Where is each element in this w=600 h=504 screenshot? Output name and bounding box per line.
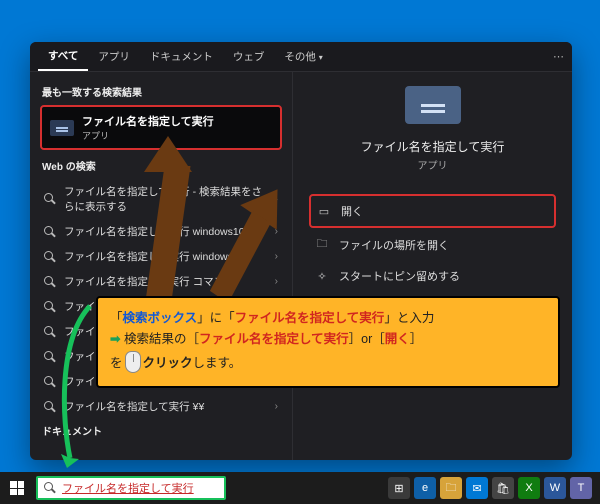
tab-apps[interactable]: アプリ — [88, 43, 140, 70]
search-icon — [44, 251, 56, 263]
tab-all[interactable]: すべて — [38, 42, 88, 71]
search-icon — [44, 276, 56, 288]
search-icon — [44, 482, 56, 494]
best-match-label: 最も一致する検索結果 — [42, 84, 282, 99]
tab-documents[interactable]: ドキュメント — [140, 43, 223, 70]
teams-icon[interactable]: T — [570, 477, 592, 499]
action-pin-start[interactable]: ✧スタートにピン留めする — [309, 261, 556, 291]
best-match-title: ファイル名を指定して実行 — [82, 113, 214, 129]
explorer-icon[interactable]: 🗀 — [440, 477, 462, 499]
search-icon — [44, 226, 56, 238]
search-icon — [44, 193, 56, 205]
start-button[interactable] — [0, 472, 34, 504]
more-options-icon[interactable]: ⋯ — [553, 50, 564, 63]
detail-subtitle: アプリ — [418, 157, 448, 172]
search-tabs: すべて アプリ ドキュメント ウェブ その他 ▾ ⋯ — [30, 42, 572, 72]
mouse-icon — [125, 351, 141, 373]
mail-icon[interactable]: ✉ — [466, 477, 488, 499]
result-detail-pane: ファイル名を指定して実行 アプリ ▭開く 🗀ファイルの場所を開く ✧スタートにピ… — [292, 72, 572, 460]
run-dialog-icon — [405, 86, 461, 124]
taskbar-search-text: ファイル名を指定して実行 — [62, 480, 194, 496]
open-icon: ▭ — [317, 205, 331, 218]
tab-more[interactable]: その他 ▾ — [274, 43, 332, 70]
windows-logo-icon — [10, 481, 24, 495]
excel-icon[interactable]: X — [518, 477, 540, 499]
detail-title: ファイル名を指定して実行 — [361, 138, 505, 155]
instruction-callout: 「検索ボックス」に「ファイル名を指定して実行」と入力 ➡ 検索結果の［ファイル名… — [96, 296, 560, 388]
taskbar-tray: ⊞ e 🗀 ✉ 🛍 X W T — [388, 477, 600, 499]
run-dialog-icon — [50, 120, 74, 136]
annotation-arrow — [150, 138, 190, 303]
task-view-icon[interactable]: ⊞ — [388, 477, 410, 499]
action-open[interactable]: ▭開く — [309, 194, 556, 228]
word-icon[interactable]: W — [544, 477, 566, 499]
store-icon[interactable]: 🛍 — [492, 477, 514, 499]
tab-web[interactable]: ウェブ — [223, 43, 275, 70]
chevron-right-icon: › — [275, 401, 278, 412]
edge-icon[interactable]: e — [414, 477, 436, 499]
